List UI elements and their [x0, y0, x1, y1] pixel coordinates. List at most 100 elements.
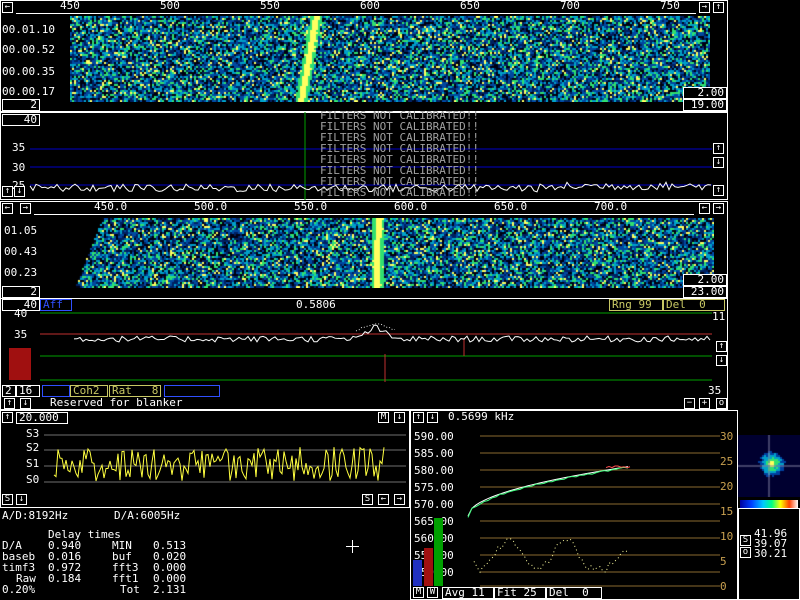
hires-scroll-left-button[interactable]: ← — [2, 203, 13, 214]
afc-del-box[interactable]: Del 0 — [546, 587, 602, 599]
freq-tick-label: 700 — [560, 0, 580, 12]
time-label: 00.00.52 — [2, 43, 55, 56]
mouse-cursor-v — [352, 540, 353, 553]
afc-fit-curve — [467, 466, 629, 517]
afc-right-label: 0 — [720, 580, 727, 593]
time-label: 01.05 — [4, 224, 38, 237]
plus-button[interactable]: + — [699, 398, 710, 409]
freq-tick-label: 550 — [260, 0, 280, 12]
options-button[interactable]: o — [716, 398, 727, 409]
afc-fit-box[interactable]: Fit 25 — [494, 587, 546, 599]
s-label: S0 — [26, 473, 40, 486]
blanker-down-button[interactable]: ↓ — [20, 398, 31, 409]
meter-o-button[interactable]: o — [740, 547, 751, 558]
spectrum-left-up-button[interactable]: ↑ — [2, 186, 13, 197]
afc-right-label: 20 — [720, 480, 733, 493]
smeter-bottom-down-button[interactable]: ↓ — [16, 494, 27, 505]
ad-rate: A/D:8192Hz — [2, 509, 69, 522]
spectrum-y-label: 35 — [14, 328, 28, 341]
da-rate: D/A:6005Hz — [114, 509, 181, 522]
hires-scroll-right-button[interactable]: → — [20, 203, 31, 214]
time-label: 00.01.10 — [2, 23, 55, 36]
smeter-s-button[interactable]: S — [2, 494, 13, 505]
freq-tick-label: 600.0 — [394, 200, 428, 213]
time-label: 00.23 — [4, 266, 38, 279]
wide-waterfall-zero-box[interactable]: 19.00 — [683, 99, 727, 111]
blanker-up-button[interactable]: ↑ — [4, 398, 15, 409]
linrad-window: { "wide_waterfall": { "freq_ticks": ["45… — [0, 0, 800, 600]
minus-button[interactable]: − — [684, 398, 695, 409]
right-scale-top: 11 — [712, 310, 726, 323]
spectrum-up-button[interactable]: ↑ — [713, 143, 724, 154]
hires-waterfall-canvas[interactable] — [74, 218, 714, 288]
meter-s-button[interactable]: S — [740, 535, 751, 546]
afc-y-label: 585.00 — [414, 447, 454, 460]
filter-warning-stack: FILTERS NOT CALIBRATED!! FILTERS NOT CAL… — [320, 110, 479, 199]
spectrum-left-down-button[interactable]: ↓ — [14, 186, 25, 197]
audio-trace — [53, 446, 385, 482]
freq-tick-label: 550.0 — [294, 200, 328, 213]
freq-tick-label: 600 — [360, 0, 380, 12]
afc-y-label: 570.00 — [414, 498, 454, 511]
blanker-label: Reserved for blanker — [50, 396, 183, 409]
afc-right-label: 25 — [720, 455, 733, 468]
hires-freq-scale: 450.0 500.0 550.0 600.0 650.0 700.0 — [34, 201, 694, 217]
hires-left-button[interactable]: ← — [699, 203, 710, 214]
spectrum-y-label: 30 — [12, 161, 26, 174]
afc-track — [467, 466, 629, 518]
s-label: S2 — [26, 441, 40, 454]
afc-avg-box[interactable]: Avg 11 — [442, 587, 494, 599]
afc-level-red — [424, 548, 433, 586]
smeter-right-s-button[interactable]: S — [362, 494, 373, 505]
freq-tick-label: 450 — [60, 0, 80, 12]
freq-tick-label: 450.0 — [94, 200, 128, 213]
spectrum-zoom-button[interactable]: ↑ — [713, 185, 724, 196]
afc-right-label: 10 — [720, 530, 733, 543]
freq-tick-label: 500 — [160, 0, 180, 12]
s-label: S1 — [26, 457, 40, 470]
hires-up-button[interactable]: ↑ — [716, 341, 727, 352]
wide-waterfall-canvas[interactable] — [70, 16, 710, 102]
afc-right-label: 5 — [720, 555, 727, 568]
afc-m-button[interactable]: M — [413, 587, 424, 598]
hires-waterfall-left-box[interactable]: 2 — [2, 286, 40, 298]
afc-w-button[interactable]: W — [427, 587, 438, 598]
hires-right-button[interactable]: → — [713, 203, 724, 214]
baseband-trace[interactable] — [0, 410, 410, 508]
freq-tick-label: 650 — [460, 0, 480, 12]
time-label: 00.43 — [4, 245, 38, 258]
expand-button[interactable]: ↑ — [713, 2, 724, 13]
freq-tick-label: 650.0 — [494, 200, 528, 213]
scroll-right-button[interactable]: → — [699, 2, 710, 13]
hires-bottom-box-b[interactable]: 16 — [16, 385, 40, 397]
afc-graph[interactable]: 590.00585.00580.00575.00570.00565.00560.… — [410, 410, 738, 600]
pol-color-scale — [740, 500, 798, 508]
afc-right-label: 30 — [720, 430, 733, 443]
smeter-right-button[interactable]: → — [394, 494, 405, 505]
freq-tick-label: 700.0 — [594, 200, 628, 213]
spectrum-y-label: 35 — [12, 141, 26, 154]
time-label: 00.00.35 — [2, 65, 55, 78]
spectrum-y-label: 40 — [14, 307, 28, 320]
hires-down-button[interactable]: ↓ — [716, 355, 727, 366]
wide-waterfall-left-box[interactable]: 2 — [2, 99, 40, 111]
afc-y-label: 575.00 — [414, 481, 454, 494]
afc-level-green — [434, 518, 443, 586]
spectrum-down-button[interactable]: ↓ — [713, 157, 724, 168]
right-scale-bottom: 35 — [708, 384, 722, 397]
wide-freq-scale: 450 500 550 600 650 700 750 — [16, 0, 696, 16]
freq-tick-label: 750 — [660, 0, 680, 12]
s-label: S3 — [26, 427, 40, 440]
smeter-left-button[interactable]: ← — [378, 494, 389, 505]
polarization-map[interactable] — [738, 435, 800, 497]
afc-y-label: 580.00 — [414, 464, 454, 477]
hires-waterfall-zero-box[interactable]: 23.00 — [683, 286, 727, 298]
freq-tick-label: 500.0 — [194, 200, 228, 213]
afc-level-blue — [413, 560, 422, 586]
delay-table: D/A 0.940 MIN 0.513 baseb 0.016 buf 0.02… — [2, 539, 187, 596]
afc-right-label: 15 — [720, 505, 733, 518]
scroll-left-button[interactable]: ← — [2, 2, 13, 13]
meter-value-3: 30.21 — [754, 547, 788, 560]
signal-level-bar — [9, 348, 31, 380]
hires-bottom-box-a[interactable]: 2 — [2, 385, 16, 397]
